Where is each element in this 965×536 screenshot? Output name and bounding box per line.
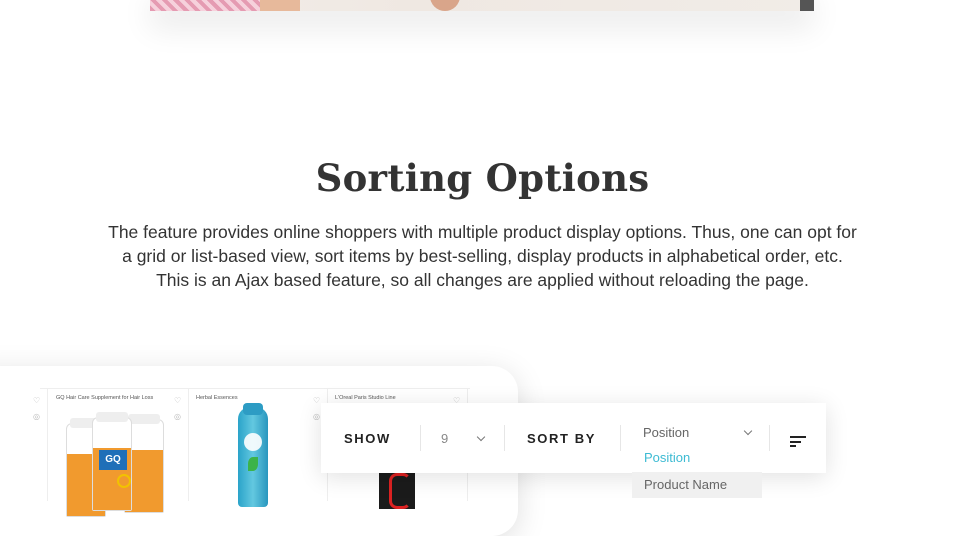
heart-icon[interactable]: ♡ (313, 397, 321, 405)
chevron-down-icon[interactable] (743, 426, 753, 436)
product-card[interactable]: GQ Hair Care Supplement for Hair Loss ♡ … (48, 389, 189, 517)
show-select[interactable]: 9 (441, 431, 448, 446)
sort-dropdown: Position Product Name (632, 445, 762, 505)
hero-model-hand (260, 0, 300, 11)
eye-icon[interactable]: ◎ (174, 413, 182, 421)
divider (769, 425, 770, 451)
divider (620, 425, 621, 451)
show-label: SHOW (344, 431, 391, 446)
hero-banner-image (150, 0, 814, 11)
product-name[interactable]: Herbal Essences (196, 395, 238, 401)
product-name[interactable]: GQ Hair Care Supplement for Hair Loss (56, 395, 153, 401)
section-title: Sorting Options (315, 156, 650, 200)
product-image-tube[interactable] (379, 469, 415, 509)
product-image-shampoo[interactable] (238, 403, 268, 507)
hero-model-arm (430, 0, 460, 11)
sort-option-product-name[interactable]: Product Name (632, 472, 762, 498)
product-image-bottle[interactable]: GQ (92, 412, 132, 511)
heart-icon[interactable]: ♡ (33, 397, 41, 405)
chevron-down-icon[interactable] (476, 432, 486, 442)
divider (420, 425, 421, 451)
section-description: The feature provides online shoppers wit… (90, 220, 875, 292)
product-card[interactable]: Herbal Essences ♡ ◎ (188, 389, 328, 507)
sort-by-label: SORT BY (527, 431, 596, 446)
description-line: a grid or list-based view, sort items by… (122, 246, 843, 266)
product-name[interactable]: L'Oreal Paris Studio Line (335, 395, 396, 401)
description-line: This is an Ajax based feature, so all ch… (156, 270, 809, 290)
eye-icon[interactable]: ◎ (313, 413, 321, 421)
eye-icon[interactable]: ◎ (33, 413, 41, 421)
heart-icon[interactable]: ♡ (174, 397, 182, 405)
divider (504, 425, 505, 451)
sort-option-position[interactable]: Position (632, 445, 762, 471)
product-brand-logo: GQ (99, 450, 127, 470)
product-card[interactable]: ♡ ◎ (0, 389, 48, 501)
hero-clothing (150, 0, 260, 11)
sort-direction-icon[interactable] (790, 436, 806, 447)
hero-device-edge (800, 0, 814, 11)
sort-select[interactable]: Position (643, 425, 689, 440)
description-line: The feature provides online shoppers wit… (108, 222, 857, 242)
